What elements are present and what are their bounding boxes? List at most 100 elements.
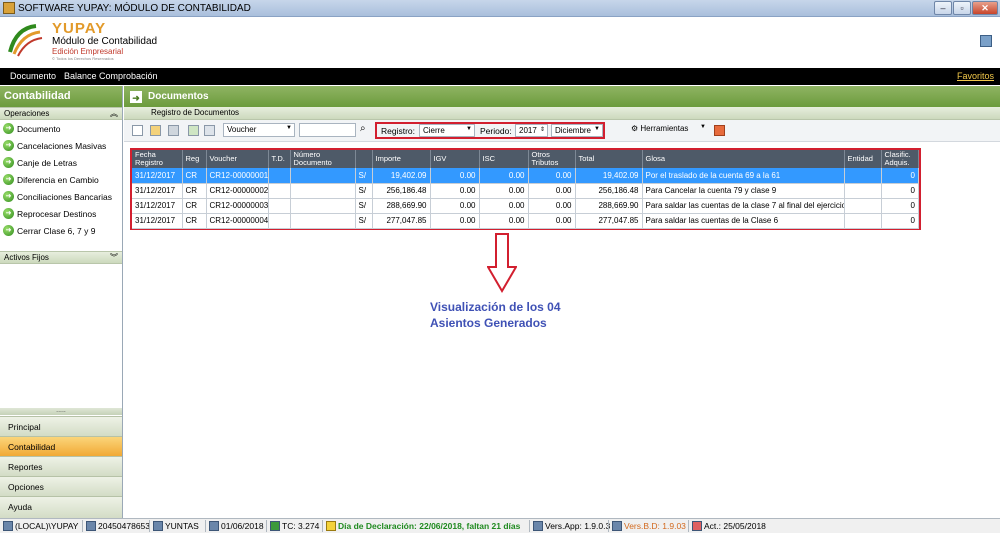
col-moneda[interactable] [355, 150, 373, 168]
cell-isc[interactable]: 0.00 [479, 168, 529, 184]
registro-combo[interactable]: Cierre ▼ [419, 124, 475, 137]
cell-clasific[interactable]: 0 [881, 168, 919, 184]
nav-item-diferencia-cambio[interactable]: ➜ Diferencia en Cambio [0, 171, 122, 188]
cell-isc[interactable]: 0.00 [479, 213, 529, 229]
panel-splitter[interactable]: ..... [0, 407, 122, 415]
nav-item-reprocesar-destinos[interactable]: ➜ Reprocesar Destinos [0, 205, 122, 222]
chevron-up-icon[interactable]: ︽ [110, 108, 118, 119]
favorites-link[interactable]: Favoritos [957, 71, 994, 81]
col-voucher[interactable]: Voucher [206, 150, 269, 168]
herramientas-menu[interactable]: ⚙ Herramientas ▼ [628, 123, 708, 137]
search-icon[interactable]: ⌕ [360, 123, 371, 134]
cell-igv[interactable]: 0.00 [430, 168, 480, 184]
table-row[interactable]: 31/12/2017 CR CR12-00000002 S/256,186.48 0.0… [132, 183, 919, 199]
cell-numero[interactable] [290, 168, 356, 184]
cell-numero[interactable] [290, 183, 356, 199]
nav-item-cerrar-clase[interactable]: ➜ Cerrar Clase 6, 7 y 9 [0, 222, 122, 239]
cell-otros[interactable]: 0.00 [528, 198, 576, 214]
periodo-year-stepper[interactable]: 2017 ⇕ [515, 124, 548, 137]
cell-voucher[interactable]: CR12-00000001 [206, 168, 269, 184]
cell-glosa[interactable]: Para saldar las cuentas de la clase 7 al… [642, 198, 845, 214]
print-icon[interactable] [204, 125, 215, 136]
table-row[interactable]: 31/12/2017 CR CR12-00000004 S/277,047.85 0.0… [132, 213, 919, 229]
new-document-icon[interactable] [132, 125, 143, 136]
cell-moneda[interactable]: S/ [355, 183, 373, 199]
close-button[interactable]: ✕ [972, 1, 998, 15]
chevron-down-icon[interactable]: ︾ [110, 252, 118, 263]
cell-fecha[interactable]: 31/12/2017 [132, 168, 183, 184]
cell-numero[interactable] [290, 198, 356, 214]
col-importe[interactable]: Importe [372, 150, 431, 168]
cell-clasific[interactable]: 0 [881, 183, 919, 199]
col-clasific-adquis[interactable]: Clasific. Adquis. [881, 150, 919, 168]
cell-td[interactable] [268, 213, 291, 229]
cell-entidad[interactable] [844, 198, 882, 214]
bottom-nav-opciones[interactable]: Opciones [0, 476, 122, 496]
cell-fecha[interactable]: 31/12/2017 [132, 213, 183, 229]
nav-item-cancelaciones-masivas[interactable]: ➜ Cancelaciones Masivas [0, 137, 122, 154]
periodo-month-combo[interactable]: Diciembre ▼ [551, 124, 603, 137]
bottom-nav-principal[interactable]: Principal [0, 416, 122, 436]
cell-total[interactable]: 256,186.48 [575, 183, 643, 199]
nav-item-conciliaciones-bancarias[interactable]: ➜ Conciliaciones Bancarias [0, 188, 122, 205]
cell-total[interactable]: 277,047.85 [575, 213, 643, 229]
cell-reg[interactable]: CR [182, 213, 207, 229]
cell-fecha[interactable]: 31/12/2017 [132, 183, 183, 199]
cell-reg[interactable]: CR [182, 168, 207, 184]
bottom-nav-reportes[interactable]: Reportes [0, 456, 122, 476]
export-icon[interactable] [188, 125, 199, 136]
cell-total[interactable]: 288,669.90 [575, 198, 643, 214]
cell-voucher[interactable]: CR12-00000004 [206, 213, 269, 229]
cell-clasific[interactable]: 0 [881, 198, 919, 214]
table-row[interactable]: 31/12/2017 CR CR12-00000001 S/19,402.09 0.00… [132, 168, 919, 184]
col-reg[interactable]: Reg [182, 150, 207, 168]
col-igv[interactable]: IGV [430, 150, 480, 168]
cell-reg[interactable]: CR [182, 183, 207, 199]
cell-glosa[interactable]: Para Cancelar la cuenta 79 y clase 9 [642, 183, 845, 199]
cell-fecha[interactable]: 31/12/2017 [132, 198, 183, 214]
menu-documento[interactable]: Documento [10, 71, 56, 81]
cell-importe[interactable]: 288,669.90 [372, 198, 431, 214]
cell-otros[interactable]: 0.00 [528, 168, 576, 184]
exit-icon[interactable] [714, 125, 725, 136]
bottom-nav-ayuda[interactable]: Ayuda [0, 496, 122, 518]
menu-balance-comprobacion[interactable]: Balance Comprobación [64, 71, 158, 81]
cell-isc[interactable]: 0.00 [479, 183, 529, 199]
search-input[interactable] [299, 123, 356, 137]
spin-icon[interactable]: ⇕ [540, 126, 545, 133]
col-numero-documento[interactable]: Número Documento [290, 150, 356, 168]
cell-moneda[interactable]: S/ [355, 168, 373, 184]
cell-otros[interactable]: 0.00 [528, 183, 576, 199]
cell-igv[interactable]: 0.00 [430, 198, 480, 214]
col-total[interactable]: Total [575, 150, 643, 168]
bottom-nav-contabilidad[interactable]: Contabilidad [0, 436, 122, 456]
delete-icon[interactable] [168, 125, 179, 136]
cell-clasific[interactable]: 0 [881, 213, 919, 229]
col-entidad[interactable]: Entidad [844, 150, 882, 168]
minimize-button[interactable]: – [934, 1, 952, 15]
table-row[interactable]: 31/12/2017 CR CR12-00000003 S/288,669.90 0.0… [132, 198, 919, 214]
cell-igv[interactable]: 0.00 [430, 183, 480, 199]
cell-td[interactable] [268, 183, 291, 199]
col-td[interactable]: T.D. [268, 150, 291, 168]
cell-numero[interactable] [290, 213, 356, 229]
cell-reg[interactable]: CR [182, 198, 207, 214]
col-fecha-registro[interactable]: Fecha Registro [132, 150, 183, 168]
cell-otros[interactable]: 0.00 [528, 213, 576, 229]
cell-importe[interactable]: 256,186.48 [372, 183, 431, 199]
section-operaciones[interactable]: Operaciones ︽ [0, 107, 122, 120]
cell-entidad[interactable] [844, 168, 882, 184]
cell-voucher[interactable]: CR12-00000003 [206, 198, 269, 214]
maximize-button[interactable]: ▫ [953, 1, 971, 15]
nav-item-canje-letras[interactable]: ➜ Canje de Letras [0, 154, 122, 171]
nav-item-documento[interactable]: ➜ Documento [0, 120, 122, 137]
col-otros-tributos[interactable]: Otros Tributos [528, 150, 576, 168]
network-icon[interactable] [980, 35, 992, 47]
cell-td[interactable] [268, 168, 291, 184]
edit-icon[interactable] [150, 125, 161, 136]
voucher-combo[interactable]: Voucher ▼ [223, 123, 295, 137]
cell-importe[interactable]: 19,402.09 [372, 168, 431, 184]
cell-entidad[interactable] [844, 183, 882, 199]
cell-entidad[interactable] [844, 213, 882, 229]
cell-moneda[interactable]: S/ [355, 213, 373, 229]
